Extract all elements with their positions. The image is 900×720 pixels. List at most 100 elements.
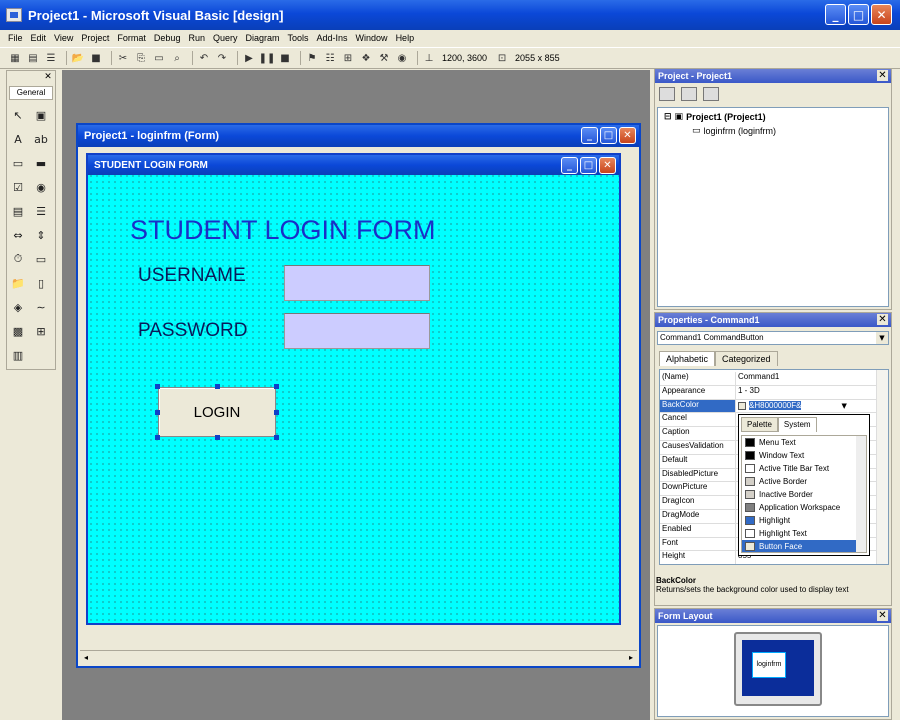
project-explorer-close-icon[interactable]: ✕ — [877, 70, 888, 81]
frame-tool-icon[interactable]: ▭ — [10, 155, 26, 171]
tree-item-form[interactable]: ▭ loginfrm (loginfrm) — [692, 126, 776, 136]
object-selector[interactable]: Command1 CommandButton ▼ — [657, 331, 889, 345]
shape-tool-icon[interactable]: ◈ — [10, 299, 26, 315]
menu-help[interactable]: Help — [396, 33, 415, 43]
properties-window-icon[interactable]: ☷ — [323, 51, 337, 65]
property-row[interactable]: (Name) Command1 — [660, 372, 876, 386]
toggle-folders-icon[interactable] — [703, 87, 719, 101]
login-form-canvas[interactable]: STUDENT LOGIN FORM _ □ ✕ STUDENT LOGIN F… — [86, 153, 621, 625]
end-icon[interactable]: ■ — [278, 51, 292, 65]
start-icon[interactable]: ▶ — [242, 51, 256, 65]
chevron-down-icon[interactable]: ▼ — [841, 402, 846, 410]
property-row[interactable]: Appearance 1 - 3D — [660, 385, 876, 400]
picturebox-tool-icon[interactable]: ▣ — [33, 107, 49, 123]
hscrollbar-tool-icon[interactable]: ⇔ — [10, 227, 26, 243]
menu-diagram[interactable]: Diagram — [245, 33, 279, 43]
resize-handle[interactable] — [274, 435, 279, 440]
resize-handle[interactable] — [274, 384, 279, 389]
menu-format[interactable]: Format — [117, 33, 146, 43]
tab-palette[interactable]: Palette — [741, 417, 778, 432]
properties-close-icon[interactable]: ✕ — [877, 314, 888, 325]
ole-tool-icon[interactable]: ▥ — [10, 347, 26, 363]
form-window-minimize-button[interactable]: _ — [581, 127, 598, 144]
form-layout-icon[interactable]: ⊞ — [341, 51, 355, 65]
tree-item-project[interactable]: ⊟ ▣ Project1 (Project1) — [664, 112, 766, 122]
property-grid-scrollbar[interactable] — [876, 370, 888, 564]
data-tool-icon[interactable]: ⊞ — [33, 323, 49, 339]
vscrollbar-tool-icon[interactable]: ⇕ — [33, 227, 49, 243]
menu-edit[interactable]: Edit — [31, 33, 47, 43]
toolbox-icon[interactable]: ⚒ — [377, 51, 391, 65]
password-textbox[interactable] — [284, 313, 430, 349]
line-tool-icon[interactable]: ∼ — [33, 299, 49, 315]
menu-project[interactable]: Project — [81, 33, 109, 43]
dirlistbox-tool-icon[interactable]: 📁 — [10, 275, 26, 291]
toolbox-general-tab[interactable]: General — [9, 86, 53, 100]
commandbutton-tool-icon[interactable]: ▬ — [33, 155, 49, 171]
login-form-minimize-button[interactable]: _ — [561, 157, 578, 174]
menu-view[interactable]: View — [54, 33, 73, 43]
timer-tool-icon[interactable]: ⏱ — [10, 251, 26, 267]
color-item-active-title-bar-text[interactable]: Active Title Bar Text — [742, 462, 866, 475]
menu-file[interactable]: File — [8, 33, 23, 43]
resize-handle[interactable] — [155, 435, 160, 440]
menu-add-ins[interactable]: Add-Ins — [317, 33, 348, 43]
menu-query[interactable]: Query — [213, 33, 238, 43]
project-explorer-icon[interactable]: ⚑ — [305, 51, 319, 65]
tab-categorized[interactable]: Categorized — [715, 351, 778, 366]
listbox-tool-icon[interactable]: ☰ — [33, 203, 49, 219]
save-icon[interactable]: ■ — [89, 51, 103, 65]
tab-system[interactable]: System — [777, 417, 817, 432]
redo-icon[interactable]: ↷ — [215, 51, 229, 65]
data-view-icon[interactable]: ◉ — [395, 51, 409, 65]
color-item-window-text[interactable]: Window Text — [742, 449, 866, 462]
menu-tools[interactable]: Tools — [288, 33, 309, 43]
maximize-button[interactable]: □ — [848, 4, 869, 25]
form-window-maximize-button[interactable]: □ — [600, 127, 617, 144]
label-tool-icon[interactable]: A — [10, 131, 26, 147]
form-horizontal-scrollbar[interactable]: ◂ ▸ — [80, 650, 637, 664]
property-row-backcolor[interactable]: BackColor &H8000000F& ▼ — [660, 399, 876, 414]
color-item-inactive-border[interactable]: Inactive Border — [742, 488, 866, 501]
menu-editor-icon[interactable]: ☰ — [44, 51, 58, 65]
menu-debug[interactable]: Debug — [154, 33, 181, 43]
login-command-button[interactable]: LOGIN — [158, 387, 276, 437]
textbox-tool-icon[interactable]: ab — [33, 131, 49, 147]
menu-window[interactable]: Window — [356, 33, 388, 43]
undo-icon[interactable]: ↶ — [197, 51, 211, 65]
chevron-down-icon[interactable]: ▼ — [876, 332, 888, 344]
password-label[interactable]: PASSWORD — [138, 320, 247, 342]
paste-icon[interactable]: ▭ — [152, 51, 166, 65]
form-layout-preview[interactable]: loginfrm — [752, 652, 786, 678]
open-icon[interactable]: 📂 — [71, 51, 85, 65]
resize-handle[interactable] — [274, 410, 279, 415]
add-form-icon[interactable]: ▤ — [26, 51, 40, 65]
filelistbox-tool-icon[interactable]: ▯ — [33, 275, 49, 291]
image-tool-icon[interactable]: ▩ — [10, 323, 26, 339]
resize-handle[interactable] — [215, 384, 220, 389]
view-object-icon[interactable] — [681, 87, 697, 101]
form-window-close-button[interactable]: ✕ — [619, 127, 636, 144]
toolbox-close-icon[interactable]: ✕ — [43, 72, 53, 82]
form-heading-label[interactable]: STUDENT LOGIN FORM — [130, 215, 436, 246]
add-project-icon[interactable]: ▦ — [8, 51, 22, 65]
resize-handle[interactable] — [155, 410, 160, 415]
view-code-icon[interactable] — [659, 87, 675, 101]
login-form-close-button[interactable]: ✕ — [599, 157, 616, 174]
drivelistbox-tool-icon[interactable]: ▭ — [33, 251, 49, 267]
scroll-right-icon[interactable]: ▸ — [629, 653, 633, 662]
color-item-active-border[interactable]: Active Border — [742, 475, 866, 488]
combobox-tool-icon[interactable]: ▤ — [10, 203, 26, 219]
optionbutton-tool-icon[interactable]: ◉ — [33, 179, 49, 195]
object-browser-icon[interactable]: ❖ — [359, 51, 373, 65]
username-textbox[interactable] — [284, 265, 430, 301]
copy-icon[interactable]: ⎘ — [134, 51, 148, 65]
color-item-highlight-text[interactable]: Highlight Text — [742, 527, 866, 540]
form-layout-close-icon[interactable]: ✕ — [877, 610, 888, 621]
color-list-scrollbar[interactable] — [856, 436, 866, 552]
resize-handle[interactable] — [155, 384, 160, 389]
tab-alphabetic[interactable]: Alphabetic — [659, 351, 716, 366]
cut-icon[interactable]: ✂ — [116, 51, 130, 65]
close-button[interactable]: ✕ — [871, 4, 892, 25]
scroll-left-icon[interactable]: ◂ — [84, 653, 88, 662]
